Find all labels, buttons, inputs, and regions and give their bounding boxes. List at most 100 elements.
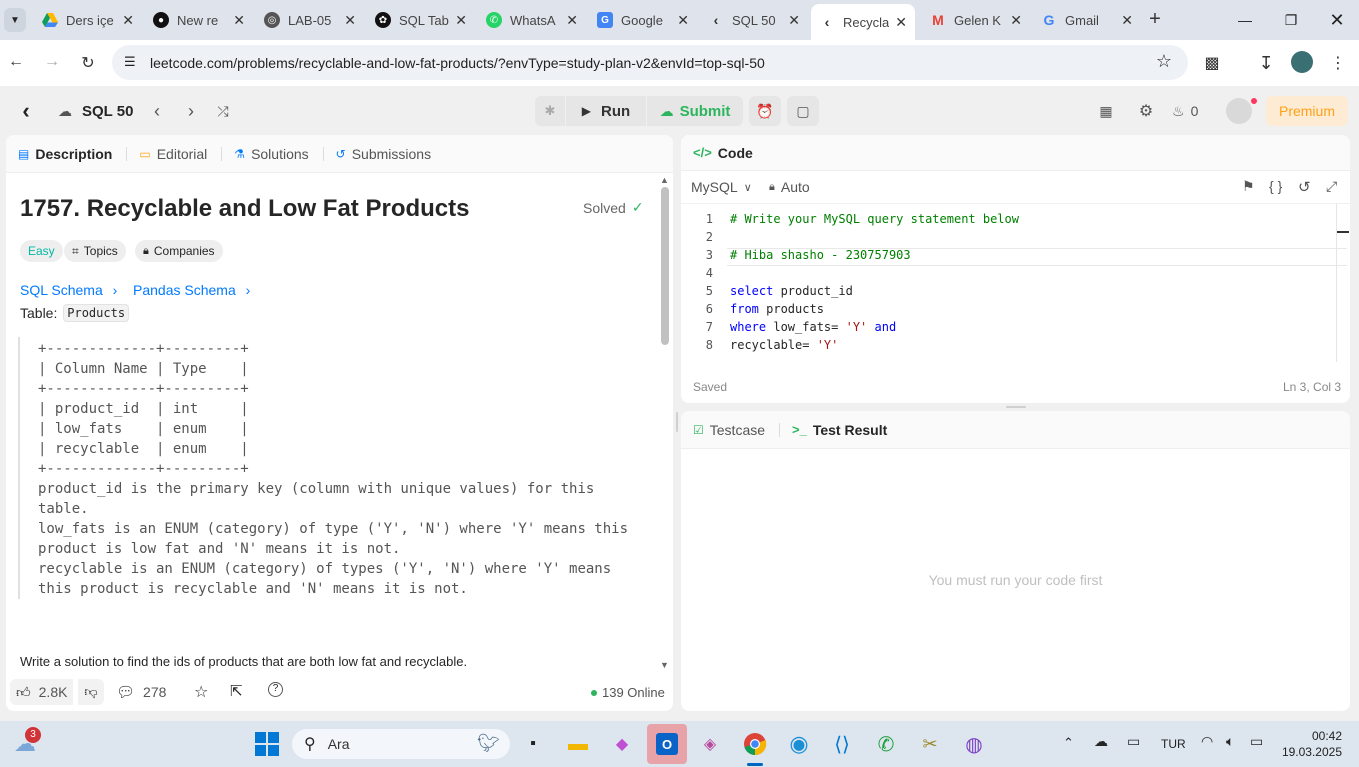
- vscode-icon[interactable]: ⟨⟩: [827, 729, 857, 759]
- close-icon[interactable]: ✕: [895, 14, 907, 31]
- close-icon[interactable]: ✕: [233, 12, 245, 29]
- edge-icon[interactable]: ◉: [784, 729, 814, 759]
- study-plan-button[interactable]: ☁ SQL 50: [58, 98, 133, 124]
- editor-scrollbar[interactable]: [1336, 204, 1337, 362]
- shuffle-icon[interactable]: ⤮: [212, 98, 234, 124]
- tab-code[interactable]: </> Code: [693, 145, 753, 161]
- code-editor[interactable]: 1 # Write your MySQL query statement belo…: [681, 203, 1350, 362]
- new-tab-icon[interactable]: +: [1144, 8, 1166, 32]
- tab-editorial[interactable]: ▭ Editorial: [139, 146, 207, 162]
- close-icon[interactable]: ✕: [1121, 12, 1133, 29]
- tab-description[interactable]: ▤ Description: [18, 146, 112, 162]
- tab-test-result[interactable]: >_ Test Result: [792, 422, 887, 438]
- panel-resize-handle[interactable]: [1006, 406, 1026, 408]
- browser-tab-active[interactable]: ‹ Recycla ✕: [811, 4, 915, 40]
- outlook-icon[interactable]: O: [647, 724, 687, 764]
- file-explorer-icon[interactable]: ▬: [563, 729, 593, 759]
- copilot-icon[interactable]: ◆: [607, 729, 637, 759]
- bookmark-icon[interactable]: ⚑: [1242, 178, 1255, 195]
- prev-problem-icon[interactable]: ‹: [146, 98, 168, 124]
- tray-chevron-up-icon[interactable]: ⌃: [1063, 735, 1074, 751]
- display-icon[interactable]: ▭: [1127, 733, 1140, 750]
- submit-button[interactable]: ☁ Submit: [647, 96, 743, 126]
- debug-icon[interactable]: ✱: [535, 96, 565, 126]
- auto-mode[interactable]: 🔒︎ Auto: [769, 179, 810, 195]
- user-avatar[interactable]: [1226, 98, 1252, 124]
- taskbar-search[interactable]: ⚲ Ara 🐦︎: [292, 729, 510, 759]
- scroll-down-arrow[interactable]: ▼: [660, 660, 669, 670]
- browser-tab[interactable]: ✿ SQL Tab ✕: [367, 6, 475, 34]
- tab-solutions[interactable]: ⚗ Solutions: [234, 146, 308, 162]
- url-field[interactable]: ☰ leetcode.com/problems/recyclable-and-l…: [112, 45, 1188, 80]
- app-settings-icon[interactable]: ◍: [959, 729, 989, 759]
- whatsapp-icon[interactable]: ✆: [871, 729, 901, 759]
- snipping-icon[interactable]: ✂: [915, 729, 945, 759]
- run-button[interactable]: ▶ Run: [566, 96, 646, 126]
- difficulty-badge[interactable]: Easy: [20, 240, 63, 262]
- wifi-icon[interactable]: ◠: [1201, 733, 1213, 750]
- premium-button[interactable]: Premium: [1266, 96, 1348, 126]
- browser-tab[interactable]: G Gmail ✕: [1033, 6, 1141, 34]
- layout-icon[interactable]: ▦: [1094, 98, 1118, 124]
- site-info-icon[interactable]: ☰: [124, 54, 136, 70]
- browser-tab[interactable]: ◎ LAB-05 ✕: [256, 6, 364, 34]
- tab-submissions[interactable]: ↺ Submissions: [336, 146, 431, 162]
- share-icon[interactable]: ⇱: [230, 682, 243, 700]
- onedrive-icon[interactable]: ☁: [1094, 733, 1108, 750]
- battery-icon[interactable]: ▭: [1250, 733, 1263, 750]
- extensions-icon[interactable]: ▩: [1202, 53, 1222, 73]
- scroll-up-arrow[interactable]: ▲: [660, 175, 669, 185]
- fullscreen-icon[interactable]: ⤢: [1326, 178, 1337, 195]
- leetcode-logo[interactable]: ‹: [14, 98, 38, 123]
- help-icon[interactable]: ?: [268, 682, 283, 697]
- chrome-icon[interactable]: [740, 729, 770, 759]
- like-button[interactable]: 👍︎ 2.8K: [10, 679, 74, 705]
- tab-search-button[interactable]: ▼: [4, 8, 26, 32]
- minimize-icon[interactable]: —: [1222, 0, 1268, 40]
- close-icon[interactable]: ✕: [455, 12, 467, 29]
- forward-icon[interactable]: →: [42, 53, 62, 71]
- reset-icon[interactable]: ↺: [1298, 178, 1311, 196]
- close-icon[interactable]: ✕: [788, 12, 800, 29]
- browser-tab[interactable]: ✆ WhatsA ✕: [478, 6, 586, 34]
- app-icon[interactable]: ◈: [695, 729, 725, 759]
- comments-button[interactable]: 💬︎ 278: [116, 679, 166, 705]
- reload-icon[interactable]: ↻: [78, 53, 98, 73]
- close-icon[interactable]: ✕: [344, 12, 356, 29]
- dislike-button[interactable]: 👎︎: [78, 679, 104, 705]
- favorite-star-icon[interactable]: ☆: [194, 682, 208, 702]
- pandas-schema-link[interactable]: Pandas Schema ›: [133, 282, 250, 298]
- volume-icon[interactable]: 🔈︎: [1226, 733, 1234, 750]
- clock-date[interactable]: 19.03.2025: [1280, 745, 1342, 759]
- menu-icon[interactable]: ⋮: [1328, 53, 1348, 73]
- browser-tab[interactable]: Ders içe ✕: [34, 6, 142, 34]
- browser-tab[interactable]: ● New re ✕: [145, 6, 253, 34]
- start-button[interactable]: [252, 729, 282, 759]
- scrollbar-thumb[interactable]: [661, 187, 669, 345]
- tab-testcase[interactable]: ☑ Testcase: [693, 422, 765, 438]
- close-icon[interactable]: ✕: [566, 12, 578, 29]
- profile-avatar[interactable]: [1291, 51, 1313, 73]
- browser-tab[interactable]: ‹ SQL 50 ✕: [700, 6, 808, 34]
- close-icon[interactable]: ✕: [677, 12, 689, 29]
- restore-icon[interactable]: ❐: [1268, 0, 1314, 40]
- sql-schema-link[interactable]: SQL Schema ›: [20, 282, 117, 298]
- language-select[interactable]: MySQL ∨: [691, 179, 752, 195]
- close-icon[interactable]: ✕: [122, 12, 134, 29]
- format-braces-icon[interactable]: { }: [1269, 178, 1282, 194]
- clock-time[interactable]: 00:42: [1302, 729, 1342, 743]
- browser-tab[interactable]: M Gelen K ✕: [922, 6, 1030, 34]
- topics-badge[interactable]: ⌗ Topics: [64, 240, 126, 262]
- notes-icon[interactable]: ▢: [787, 96, 819, 126]
- browser-tab[interactable]: G Google ✕: [589, 6, 697, 34]
- close-window-icon[interactable]: ✕: [1314, 0, 1359, 40]
- next-problem-icon[interactable]: ›: [180, 98, 202, 124]
- language-indicator[interactable]: TUR: [1161, 737, 1186, 751]
- companies-badge[interactable]: 🔒︎ Companies: [135, 240, 223, 262]
- close-icon[interactable]: ✕: [1010, 12, 1022, 29]
- bookmark-star-icon[interactable]: ☆: [1156, 51, 1172, 72]
- download-icon[interactable]: ↧: [1256, 53, 1276, 74]
- task-view-icon[interactable]: ▪: [518, 729, 548, 759]
- back-icon[interactable]: ←: [6, 53, 26, 71]
- streak-counter[interactable]: ♨ 0: [1172, 98, 1198, 124]
